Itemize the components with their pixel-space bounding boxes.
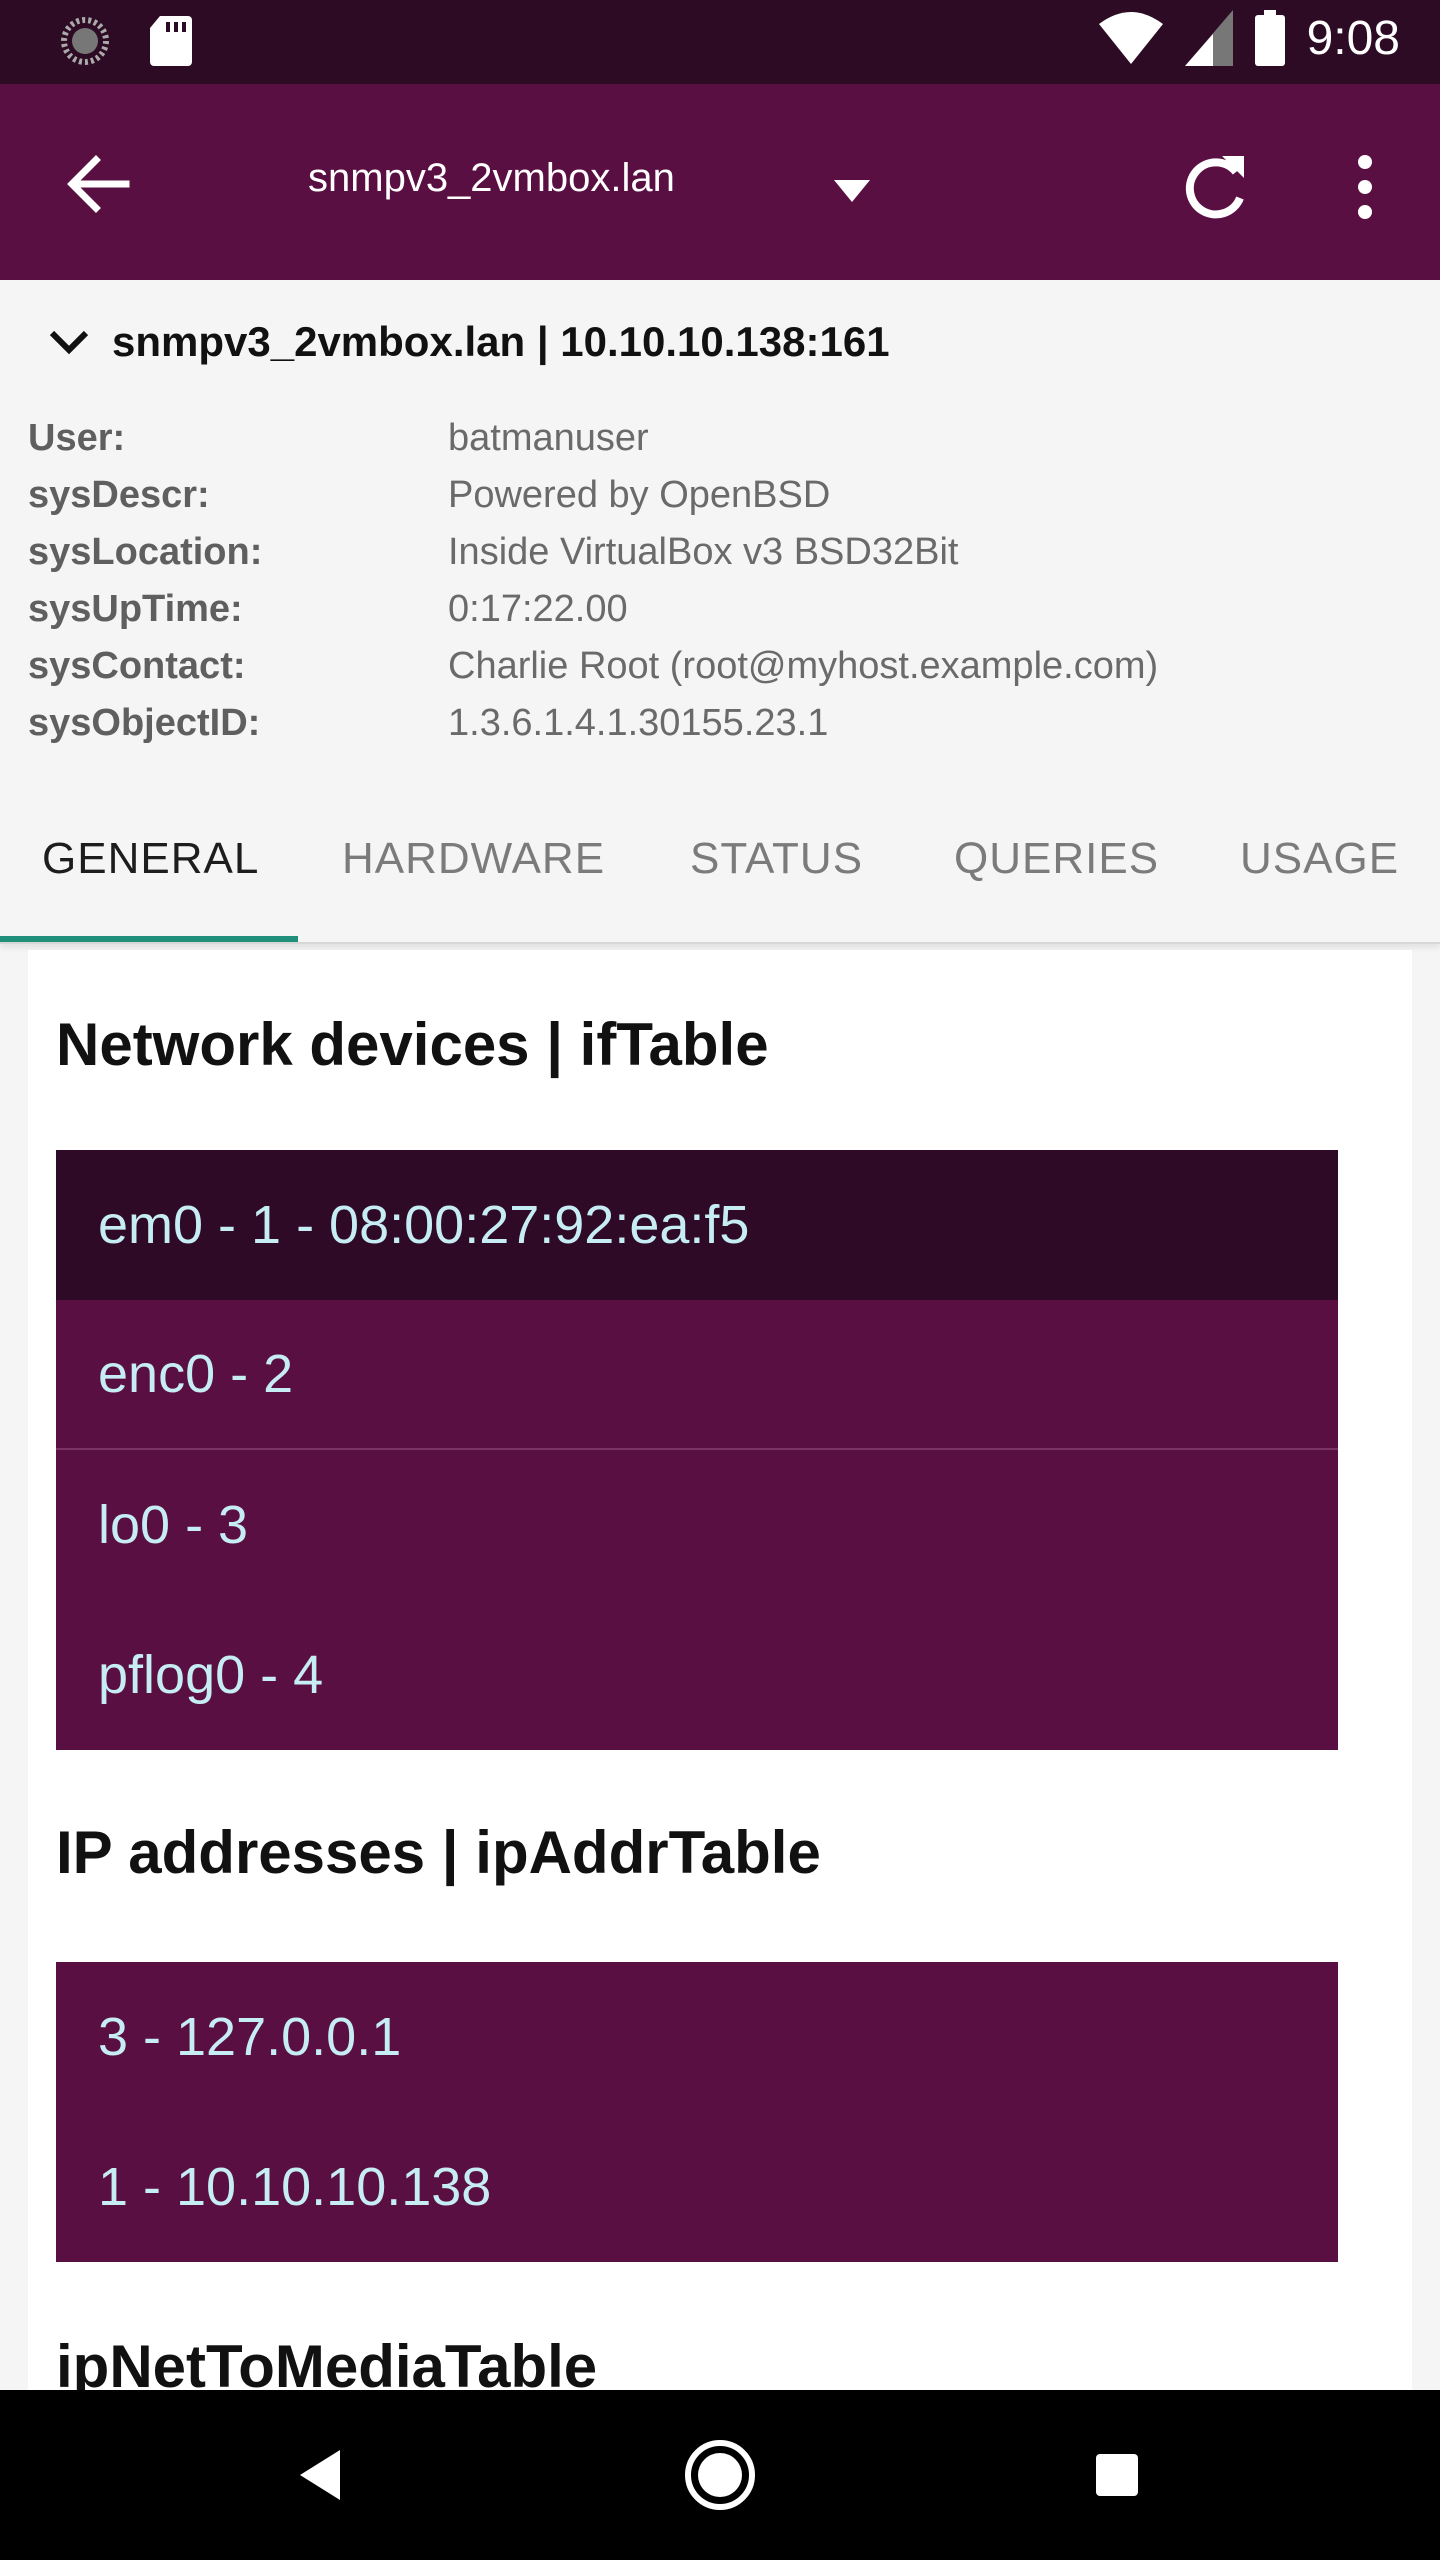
- cell-signal-icon: [1184, 10, 1233, 66]
- list-item[interactable]: pflog0 - 4: [56, 1600, 1338, 1750]
- dropdown-arrow-icon[interactable]: [830, 172, 874, 212]
- info-row-sysuptime: sysUpTime: 0:17:22.00: [28, 581, 1408, 638]
- section-title-network: Network devices | ifTable: [56, 1011, 769, 1078]
- status-bar: 9:08: [0, 0, 1440, 84]
- info-key: sysContact:: [28, 645, 246, 687]
- wifi-icon: [1098, 12, 1163, 64]
- list-item[interactable]: lo0 - 3: [56, 1450, 1338, 1600]
- info-key: User:: [28, 417, 126, 459]
- chevron-down-icon: [49, 330, 89, 355]
- list-item[interactable]: enc0 - 2: [56, 1300, 1338, 1450]
- info-row-syscontact: sysContact: Charlie Root (root@myhost.ex…: [28, 638, 1408, 695]
- back-arrow-icon[interactable]: [56, 142, 140, 226]
- list-item[interactable]: 1 - 10.10.10.138: [56, 2112, 1338, 2262]
- info-value: 0:17:22.00: [448, 588, 628, 630]
- navigation-bar: [0, 2390, 1440, 2560]
- nav-recents-icon[interactable]: [1072, 2430, 1162, 2520]
- info-row-sysdescr: sysDescr: Powered by OpenBSD: [28, 467, 1408, 524]
- info-value: Charlie Root (root@myhost.example.com): [448, 645, 1159, 687]
- info-row-sysobjectid: sysObjectID: 1.3.6.1.4.1.30155.23.1: [28, 695, 1408, 752]
- info-row-user: User: batmanuser: [28, 410, 1408, 467]
- info-value: Powered by OpenBSD: [448, 474, 831, 516]
- tab-status[interactable]: STATUS: [690, 834, 863, 884]
- tab-general[interactable]: GENERAL: [42, 834, 259, 884]
- ip-addresses-list: 3 - 127.0.0.1 1 - 10.10.10.138: [56, 1962, 1338, 2262]
- info-key: sysUpTime:: [28, 588, 243, 630]
- info-key: sysLocation:: [28, 531, 263, 573]
- device-title: snmpv3_2vmbox.lan | 10.10.10.138:161: [112, 318, 890, 365]
- tab-hardware[interactable]: HARDWARE: [342, 834, 605, 884]
- sync-icon: [61, 17, 109, 65]
- list-item[interactable]: em0 - 1 - 08:00:27:92:ea:f5: [56, 1150, 1338, 1300]
- tab-usage[interactable]: USAGE: [1240, 834, 1399, 884]
- info-value: batmanuser: [448, 417, 649, 459]
- device-header[interactable]: snmpv3_2vmbox.lan | 10.10.10.138:161: [48, 318, 890, 366]
- nav-home-icon[interactable]: [675, 2430, 765, 2520]
- tab-queries[interactable]: QUERIES: [954, 834, 1159, 884]
- device-selector-label[interactable]: snmpv3_2vmbox.lan: [308, 156, 675, 201]
- info-value: Inside VirtualBox v3 BSD32Bit: [448, 531, 959, 573]
- info-row-syslocation: sysLocation: Inside VirtualBox v3 BSD32B…: [28, 524, 1408, 581]
- sd-card-icon: [150, 16, 192, 66]
- info-value: 1.3.6.1.4.1.30155.23.1: [448, 702, 829, 744]
- section-title-arp: ipNetToMediaTable: [56, 2333, 598, 2390]
- info-key: sysObjectID:: [28, 702, 261, 744]
- device-info: User: batmanuser sysDescr: Powered by Op…: [28, 410, 1408, 752]
- clock: 9:08: [1306, 11, 1400, 65]
- info-key: sysDescr:: [28, 474, 210, 516]
- refresh-icon[interactable]: [1170, 142, 1260, 232]
- app-bar: snmpv3_2vmbox.lan: [0, 84, 1440, 280]
- more-options-icon[interactable]: [1320, 142, 1410, 232]
- tab-indicator: [0, 936, 298, 942]
- section-title-ip: IP addresses | ipAddrTable: [56, 1819, 821, 1886]
- network-devices-list: em0 - 1 - 08:00:27:92:ea:f5 enc0 - 2 lo0…: [56, 1150, 1338, 1750]
- nav-back-icon[interactable]: [278, 2430, 368, 2520]
- tab-bar: GENERAL HARDWARE STATUS QUERIES USAGE: [0, 790, 1440, 944]
- list-item[interactable]: 3 - 127.0.0.1: [56, 1962, 1338, 2112]
- content-card: Network devices | ifTable em0 - 1 - 08:0…: [28, 950, 1412, 2390]
- battery-icon: [1254, 10, 1285, 66]
